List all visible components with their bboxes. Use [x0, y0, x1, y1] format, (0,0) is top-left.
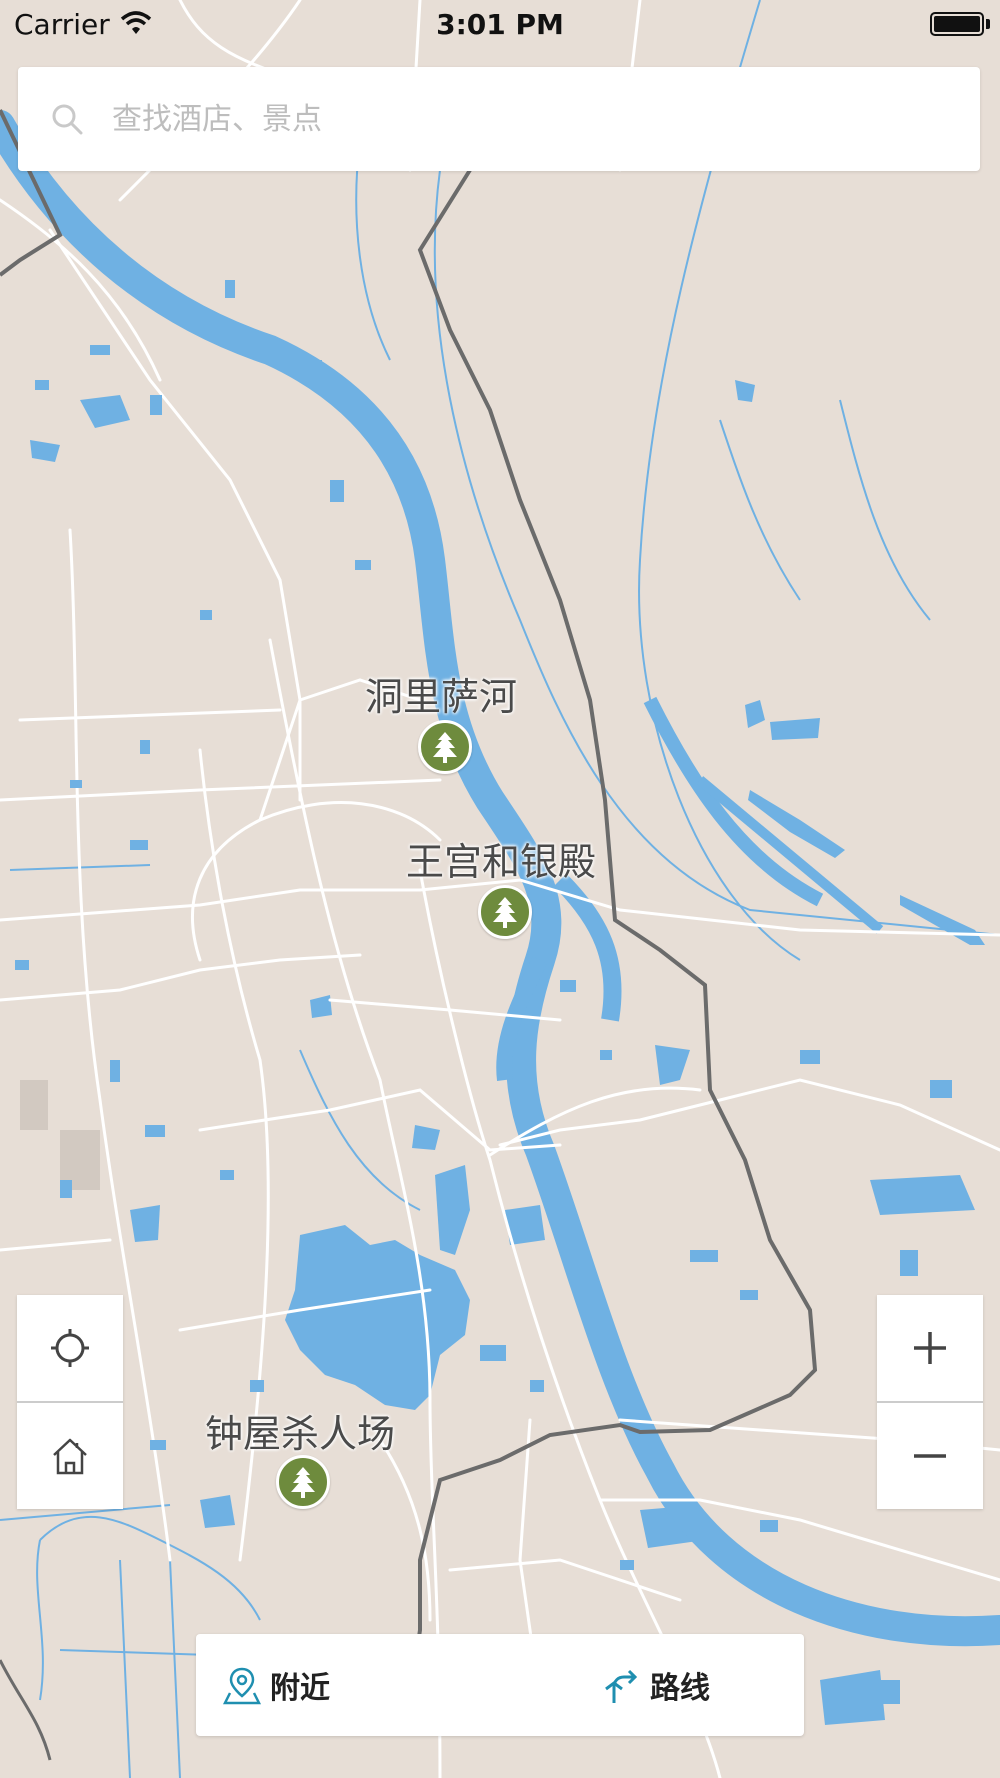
bottom-action-bar: 附近 路线: [196, 1634, 804, 1736]
search-icon: [52, 104, 83, 135]
park-tree-icon[interactable]: [418, 720, 472, 774]
route-button[interactable]: 路线: [602, 1663, 710, 1707]
plus-icon: [914, 1332, 946, 1364]
clock: 3:01 PM: [436, 8, 564, 41]
place-label-choeung-ek: 钟屋杀人场: [205, 1412, 396, 1456]
place-label-tonle-sap: 洞里萨河: [365, 675, 518, 719]
search-bar[interactable]: [18, 67, 980, 171]
place-label-royal-palace: 王宫和银殿: [406, 840, 597, 884]
search-input[interactable]: [110, 100, 934, 138]
location-pin-icon: [222, 1667, 262, 1705]
locate-button[interactable]: [17, 1295, 123, 1401]
zoom-in-button[interactable]: [877, 1295, 983, 1401]
park-tree-icon[interactable]: [478, 885, 532, 939]
status-bar: Carrier 3:01 PM: [0, 0, 1000, 50]
nearby-label: 附近: [270, 1671, 330, 1706]
battery-tip: [986, 19, 990, 29]
route-label: 路线: [650, 1671, 710, 1706]
park-tree-icon[interactable]: [276, 1455, 330, 1509]
zoom-controls: [877, 1295, 983, 1509]
home-button[interactable]: [17, 1403, 123, 1509]
left-map-controls: [17, 1295, 123, 1509]
crosshair-icon: [51, 1329, 89, 1367]
home-icon: [53, 1438, 87, 1475]
nearby-button[interactable]: 附近: [222, 1663, 330, 1707]
route-turn-icon: [605, 1669, 638, 1703]
battery-icon: [930, 12, 984, 36]
zoom-out-button[interactable]: [877, 1403, 983, 1509]
minus-icon: [914, 1454, 946, 1458]
